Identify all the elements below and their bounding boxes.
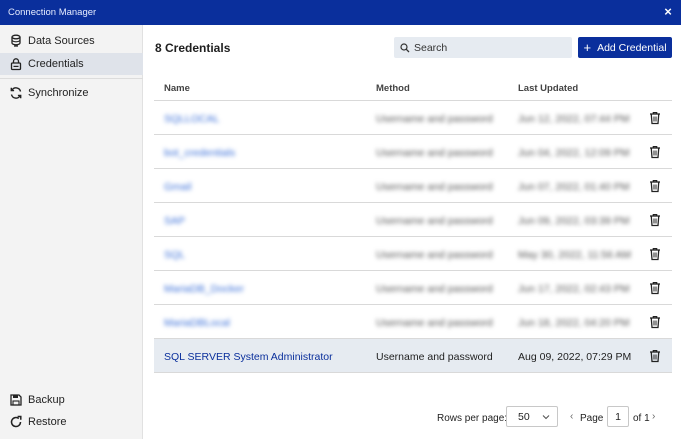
column-header-method[interactable]: Method	[376, 83, 410, 94]
sidebar: Data Sources Credentials Synchronize Bac…	[0, 25, 143, 439]
sidebar-item-label: Restore	[28, 416, 67, 428]
credential-name-link[interactable]: SQLLOCAL	[164, 113, 219, 125]
credential-name-link[interactable]: MariaDBLocal	[164, 317, 230, 329]
sidebar-item-restore[interactable]: Restore	[0, 411, 143, 433]
credential-method: Username and password	[376, 147, 493, 159]
search-icon	[400, 42, 410, 53]
trash-icon[interactable]	[649, 111, 661, 125]
add-credential-button[interactable]: + Add Credential	[578, 37, 672, 58]
page-label: Page	[580, 413, 604, 424]
credential-method: Username and password	[376, 215, 493, 227]
table-row[interactable]: SQLLOCAL Username and password Jun 12, 202…	[154, 101, 672, 135]
restore-icon	[9, 415, 23, 429]
search-box[interactable]	[394, 37, 572, 58]
trash-icon[interactable]	[649, 179, 661, 193]
pagination: Rows per page: 50 ‹ Page 1 of 1 ›	[143, 405, 681, 427]
main-panel: 8 Credentials + Add Credential Name Meth…	[143, 25, 681, 439]
save-icon	[9, 393, 23, 407]
credential-method: Username and password	[376, 181, 493, 193]
trash-icon[interactable]	[649, 315, 661, 329]
sidebar-item-label: Data Sources	[28, 35, 95, 47]
add-credential-label: Add Credential	[597, 41, 667, 54]
chevron-down-icon	[542, 412, 550, 420]
previous-page-button[interactable]: ‹	[570, 411, 573, 422]
table-row[interactable]: SQL SERVER System Administrator Username …	[154, 339, 672, 373]
table-row[interactable]: Gmail Username and password Jun 07, 2022, …	[154, 169, 672, 203]
trash-icon[interactable]	[649, 247, 661, 261]
credential-name-link[interactable]: Gmail	[164, 181, 191, 193]
search-input[interactable]	[414, 41, 564, 54]
credential-method: Username and password	[376, 317, 493, 329]
sync-icon	[9, 86, 23, 100]
credential-last-updated: Jun 17, 2022, 02:43 PM	[518, 283, 630, 295]
sidebar-item-data-sources[interactable]: Data Sources	[0, 30, 143, 52]
credential-last-updated: Aug 09, 2022, 07:29 PM	[518, 351, 632, 363]
column-header-name[interactable]: Name	[164, 83, 190, 94]
title-bar: Connection Manager ×	[0, 0, 681, 25]
column-header-last-updated[interactable]: Last Updated	[518, 83, 578, 94]
connection-manager-window: Connection Manager × Data Sources Creden…	[0, 0, 681, 439]
window-title: Connection Manager	[8, 7, 97, 18]
credential-name-link[interactable]: SQL	[164, 249, 185, 261]
credential-last-updated: Jun 09, 2022, 03:39 PM	[518, 215, 630, 227]
page-number-input[interactable]: 1	[607, 406, 629, 427]
credential-last-updated: Jun 12, 2022, 07:44 PM	[518, 113, 630, 125]
table-row[interactable]: MariaDB_Docker Username and password Jun 1…	[154, 271, 672, 305]
credential-last-updated: Jun 07, 2022, 01:40 PM	[518, 181, 630, 193]
lock-icon	[9, 57, 23, 71]
table-row[interactable]: SAP Username and password Jun 09, 2022, 03…	[154, 203, 672, 237]
table-row[interactable]: MariaDBLocal Username and password Jun 18,…	[154, 305, 672, 339]
page-title: 8 Credentials	[155, 41, 231, 55]
table-header: Name Method Last Updated	[154, 73, 672, 101]
credentials-table: Name Method Last Updated SQLLOCAL Usernam…	[154, 73, 672, 373]
sidebar-item-label: Synchronize	[28, 87, 89, 99]
close-icon[interactable]: ×	[661, 5, 675, 19]
trash-icon[interactable]	[649, 145, 661, 159]
sidebar-divider	[0, 78, 143, 79]
sidebar-item-label: Credentials	[28, 58, 84, 70]
credential-last-updated: Jun 04, 2022, 12:09 PM	[518, 147, 630, 159]
credential-name-link[interactable]: SQL SERVER System Administrator	[164, 351, 333, 363]
sidebar-item-synchronize[interactable]: Synchronize	[0, 82, 143, 104]
credential-method: Username and password	[376, 351, 493, 363]
credential-last-updated: May 30, 2022, 11:56 AM	[518, 249, 632, 261]
table-row[interactable]: bot_credentials Username and password Jun …	[154, 135, 672, 169]
sidebar-item-backup[interactable]: Backup	[0, 389, 143, 411]
credential-method: Username and password	[376, 113, 493, 125]
credential-method: Username and password	[376, 283, 493, 295]
credential-name-link[interactable]: MariaDB_Docker	[164, 283, 244, 295]
next-page-button[interactable]: ›	[652, 411, 655, 422]
credential-name-link[interactable]: bot_credentials	[164, 147, 235, 159]
page-count-label: of 1	[633, 413, 650, 424]
database-icon	[9, 34, 23, 48]
trash-icon[interactable]	[649, 349, 661, 363]
rows-per-page-select[interactable]: 50	[506, 406, 558, 427]
credential-name-link[interactable]: SAP	[164, 215, 185, 227]
plus-icon: +	[583, 39, 592, 55]
rows-per-page-label: Rows per page:	[437, 413, 508, 424]
table-row[interactable]: SQL Username and password May 30, 2022, 11…	[154, 237, 672, 271]
trash-icon[interactable]	[649, 281, 661, 295]
sidebar-item-label: Backup	[28, 394, 65, 406]
credential-last-updated: Jun 18, 2022, 04:20 PM	[518, 317, 630, 329]
sidebar-item-credentials[interactable]: Credentials	[0, 53, 143, 75]
rows-per-page-value: 50	[518, 410, 530, 423]
trash-icon[interactable]	[649, 213, 661, 227]
credential-method: Username and password	[376, 249, 493, 261]
